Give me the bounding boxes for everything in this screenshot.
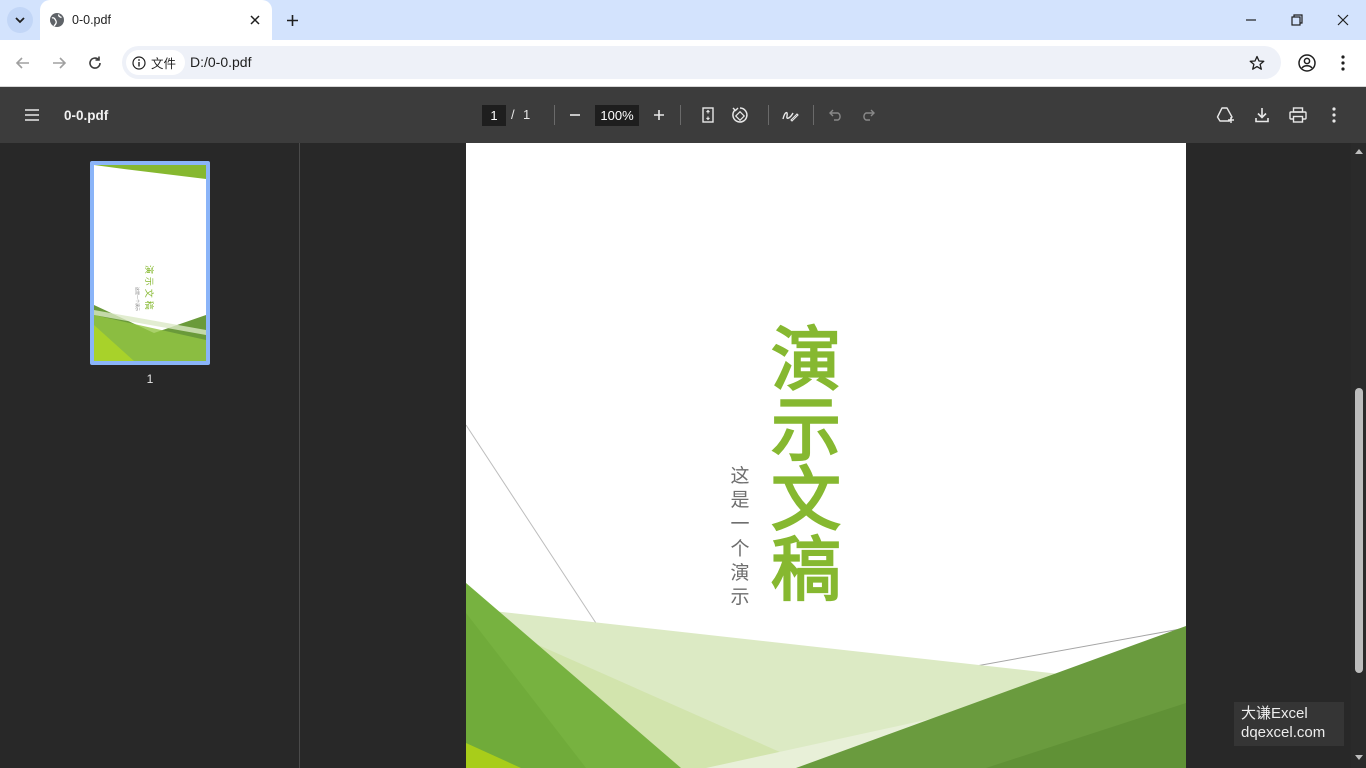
title-char: 文	[771, 458, 841, 541]
account-icon	[1298, 54, 1316, 72]
rotate-button[interactable]	[729, 104, 751, 126]
printer-icon	[1289, 107, 1307, 123]
redo-button[interactable]	[857, 104, 879, 126]
pdf-toolbar: 0-0.pdf 1 / 1 100%	[0, 87, 1366, 143]
menu-icon	[25, 109, 39, 121]
zoom-out-button[interactable]	[564, 104, 586, 126]
subtitle-char: 一	[730, 513, 750, 536]
browser-toolbar: 文件 D:/0-0.pdf	[0, 40, 1366, 87]
new-tab-button[interactable]	[282, 10, 302, 30]
close-icon	[1337, 14, 1349, 26]
title-char: 演	[771, 318, 841, 401]
page-thumbnail[interactable]: 演 示 文 稿 这是一个演示	[90, 161, 210, 365]
reload-button[interactable]	[84, 52, 106, 74]
tab-strip: 0-0.pdf	[0, 0, 1366, 40]
thumbnail-image: 演 示 文 稿 这是一个演示	[94, 165, 206, 361]
browser-menu-button[interactable]	[1332, 52, 1354, 74]
svg-text:演 示 文 稿: 演 示 文 稿	[143, 265, 155, 310]
svg-text:这是一个演示: 这是一个演示	[135, 287, 141, 311]
minus-icon	[570, 114, 580, 116]
rotate-icon	[732, 107, 748, 123]
minimize-icon	[1246, 19, 1256, 21]
scroll-up-button[interactable]	[1353, 146, 1364, 156]
chevron-down-icon	[15, 17, 25, 24]
toolbar-divider	[680, 105, 681, 125]
save-to-drive-button[interactable]	[1215, 104, 1237, 126]
sidebar-toggle-button[interactable]	[21, 104, 43, 126]
pdf-more-button[interactable]	[1323, 104, 1345, 126]
watermark-line1: 大谦Excel	[1241, 705, 1308, 722]
scroll-down-button[interactable]	[1353, 752, 1364, 762]
toolbar-divider	[554, 105, 555, 125]
redo-icon	[863, 109, 875, 121]
url-text[interactable]: D:/0-0.pdf	[190, 54, 251, 70]
subtitle-char: 演	[730, 561, 750, 584]
more-vertical-icon	[1341, 55, 1345, 71]
subtitle-char: 示	[730, 585, 750, 608]
restore-button[interactable]	[1285, 8, 1309, 32]
zoom-in-button[interactable]	[648, 104, 670, 126]
back-button[interactable]	[12, 52, 34, 74]
caret-down-icon	[1354, 754, 1363, 760]
subtitle-char: 个	[730, 537, 750, 560]
plus-icon	[286, 14, 298, 26]
arrow-left-icon	[15, 57, 29, 69]
title-char: 示	[771, 388, 841, 471]
info-icon	[132, 55, 146, 70]
plus-icon	[654, 110, 664, 120]
site-info-label: 文件	[151, 57, 177, 71]
browser-tab[interactable]: 0-0.pdf	[40, 0, 272, 40]
page-number-input[interactable]: 1	[482, 105, 506, 126]
subtitle-char: 是	[730, 489, 750, 512]
title-char: 稿	[771, 528, 841, 611]
fit-page-icon	[702, 107, 714, 123]
reload-icon	[89, 56, 101, 69]
watermark: 大谦Excel dqexcel.com	[1234, 702, 1344, 746]
fit-page-button[interactable]	[697, 104, 719, 126]
annotate-button[interactable]	[779, 104, 801, 126]
restore-icon	[1291, 14, 1303, 26]
vertical-scrollbar[interactable]	[1351, 143, 1366, 768]
star-icon	[1249, 55, 1265, 70]
bookmark-button[interactable]	[1246, 52, 1268, 74]
document-title: 0-0.pdf	[64, 108, 109, 123]
globe-icon	[50, 13, 64, 27]
pen-squiggle-icon	[782, 111, 799, 122]
toolbar-divider	[813, 105, 814, 125]
subtitle-char: 这	[730, 465, 750, 487]
tab-title: 0-0.pdf	[72, 13, 111, 27]
page-separator: /	[511, 107, 515, 122]
download-icon	[1255, 108, 1269, 123]
profile-button[interactable]	[1296, 52, 1318, 74]
drive-add-icon	[1216, 107, 1234, 123]
arrow-right-icon	[53, 57, 67, 69]
tab-close-button[interactable]	[246, 11, 264, 29]
address-bar[interactable]: 文件 D:/0-0.pdf	[122, 46, 1281, 79]
toolbar-divider	[768, 105, 769, 125]
thumbnail-sidebar: 演 示 文 稿 这是一个演示 1	[0, 143, 300, 768]
thumbnail-page-number: 1	[146, 372, 154, 386]
page-total: 1	[523, 107, 531, 122]
close-window-button[interactable]	[1331, 8, 1355, 32]
site-info-chip[interactable]: 文件	[126, 50, 186, 75]
print-button[interactable]	[1287, 104, 1309, 126]
scrollbar-thumb[interactable]	[1355, 388, 1363, 673]
tab-search-button[interactable]	[7, 7, 33, 33]
close-icon	[250, 15, 260, 25]
more-vertical-icon	[1332, 107, 1336, 123]
minimize-button[interactable]	[1239, 8, 1263, 32]
watermark-line2: dqexcel.com	[1241, 724, 1326, 741]
document-title-vertical: 演 示 文 稿	[766, 325, 846, 605]
document-subtitle-vertical: 这 是 一 个 演 示	[728, 467, 752, 607]
caret-up-icon	[1354, 148, 1363, 154]
download-button[interactable]	[1251, 104, 1273, 126]
undo-button[interactable]	[825, 104, 847, 126]
pdf-page: 演 示 文 稿 这 是 一 个 演 示	[466, 143, 1186, 768]
zoom-input[interactable]: 100%	[595, 105, 639, 126]
undo-icon	[829, 109, 841, 121]
pdf-viewer[interactable]: 演 示 文 稿 这 是 一 个 演 示	[301, 143, 1351, 768]
forward-button[interactable]	[48, 52, 70, 74]
